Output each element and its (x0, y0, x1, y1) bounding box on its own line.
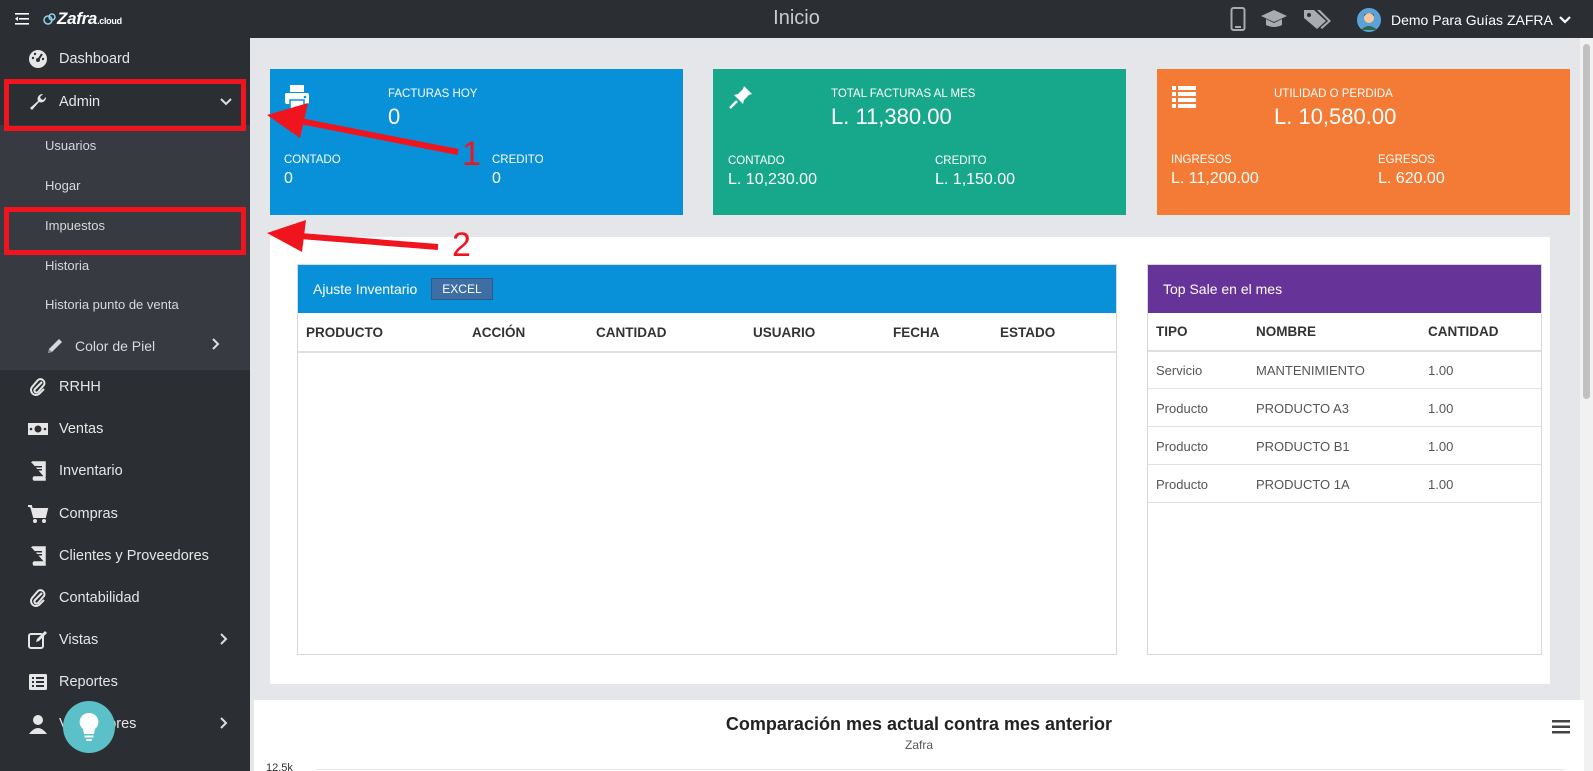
annotation-number-2: 2 (452, 226, 471, 264)
annotation-number-1: 1 (462, 135, 481, 173)
annotation-arrows (267, 103, 459, 252)
